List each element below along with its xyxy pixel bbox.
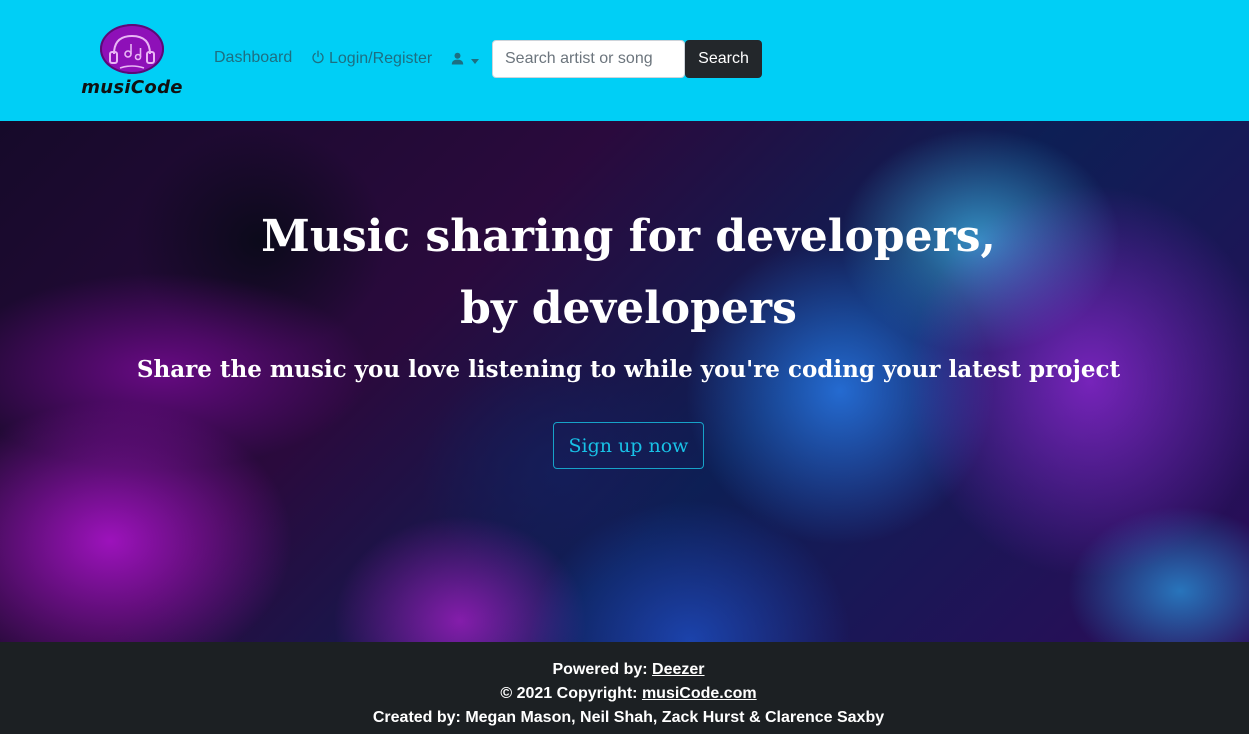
brand-name: musiCode [81, 77, 183, 98]
brand-logo[interactable]: musiCode [80, 22, 184, 100]
footer-copyright: © 2021 Copyright: musiCode.com [0, 685, 1249, 703]
footer-copyright-label: © 2021 Copyright: [500, 685, 642, 702]
headphones-icon [100, 24, 164, 74]
nav-login-register-link[interactable]: Login/Register [311, 49, 432, 69]
hero-subtitle: Share the music you love listening to wh… [136, 356, 1121, 383]
navbar: musiCode Dashboard Login/Register Search [0, 0, 1249, 121]
nav-dashboard-link[interactable]: Dashboard [214, 49, 292, 67]
chevron-down-icon [471, 58, 479, 64]
power-icon [311, 49, 325, 69]
user-dropdown-toggle[interactable] [451, 52, 479, 70]
hero-title-line-1: Music sharing for developers, [261, 211, 996, 262]
search-input[interactable] [492, 40, 685, 78]
footer: Powered by: Deezer © 2021 Copyright: mus… [0, 642, 1249, 734]
hero-section: Music sharing for developers, by develop… [0, 121, 1249, 642]
footer-powered-by: Powered by: Deezer [0, 661, 1249, 679]
deezer-link[interactable]: Deezer [652, 661, 704, 678]
sign-up-button[interactable]: Sign up now [553, 422, 704, 469]
user-icon [451, 52, 464, 70]
search-button[interactable]: Search [685, 40, 762, 78]
nav-login-label: Login/Register [329, 50, 433, 67]
hero-title: Music sharing for developers, by develop… [0, 201, 1249, 345]
hero-title-line-2: by developers [460, 283, 797, 334]
musicode-link[interactable]: musiCode.com [642, 685, 757, 702]
footer-powered-label: Powered by: [552, 661, 653, 678]
footer-credits: Created by: Megan Mason, Neil Shah, Zack… [372, 709, 885, 726]
